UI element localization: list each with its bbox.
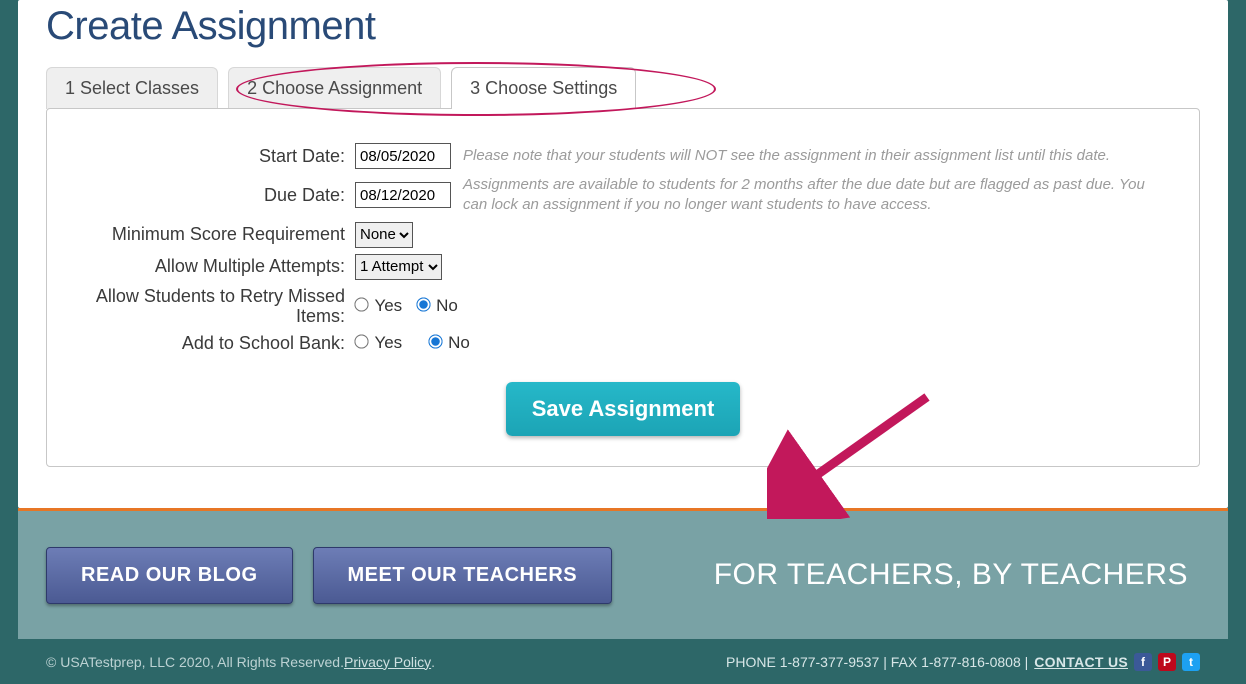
- app-frame: Create Assignment 1 Select Classes 2 Cho…: [0, 0, 1246, 684]
- row-due-date: Due Date: Assignments are available to s…: [65, 175, 1171, 216]
- save-row: Save Assignment: [65, 360, 1181, 436]
- bank-yes-label: Yes: [374, 333, 402, 352]
- retry-yes-label: Yes: [374, 296, 402, 315]
- copyright-suffix: .: [431, 654, 435, 670]
- settings-table: Start Date: Please note that your studen…: [65, 137, 1171, 360]
- row-min-score: Minimum Score Requirement None: [65, 222, 1171, 248]
- twitter-icon[interactable]: t: [1182, 653, 1200, 671]
- footer-strip: READ OUR BLOG MEET OUR TEACHERS FOR TEAC…: [18, 511, 1228, 639]
- meet-teachers-button[interactable]: MEET OUR TEACHERS: [313, 547, 613, 604]
- label-due-date: Due Date:: [65, 175, 355, 216]
- attempts-select[interactable]: 1 Attempt: [355, 254, 442, 280]
- label-attempts: Allow Multiple Attempts:: [65, 254, 355, 280]
- label-min-score: Minimum Score Requirement: [65, 222, 355, 248]
- bank-no-label: No: [448, 333, 470, 352]
- label-retry: Allow Students to Retry Missed Items:: [65, 286, 355, 327]
- tabs-row: 1 Select Classes 2 Choose Assignment 3 C…: [18, 67, 1228, 109]
- row-retry: Allow Students to Retry Missed Items: Ye…: [65, 286, 1171, 327]
- privacy-policy-link[interactable]: Privacy Policy: [344, 654, 431, 670]
- bottom-bar: © USATestprep, LLC 2020, All Rights Rese…: [18, 639, 1228, 684]
- due-date-input[interactable]: [355, 182, 451, 208]
- min-score-select[interactable]: None: [355, 222, 413, 248]
- row-start-date: Start Date: Please note that your studen…: [65, 143, 1171, 169]
- page-title: Create Assignment: [18, 0, 1228, 67]
- row-bank: Add to School Bank: Yes No: [65, 333, 1171, 354]
- bank-yes-radio[interactable]: [354, 335, 368, 349]
- start-date-input[interactable]: [355, 143, 451, 169]
- retry-no-label: No: [436, 296, 458, 315]
- tab-select-classes[interactable]: 1 Select Classes: [46, 67, 218, 109]
- read-blog-button[interactable]: READ OUR BLOG: [46, 547, 293, 604]
- label-start-date: Start Date:: [65, 143, 355, 169]
- label-bank: Add to School Bank:: [65, 333, 355, 354]
- main-card: Create Assignment 1 Select Classes 2 Cho…: [18, 0, 1228, 508]
- tab-choose-assignment[interactable]: 2 Choose Assignment: [228, 67, 441, 109]
- tab-label: 3 Choose Settings: [470, 78, 617, 99]
- settings-panel: Start Date: Please note that your studen…: [46, 108, 1200, 467]
- copyright-text: © USATestprep, LLC 2020, All Rights Rese…: [46, 654, 344, 670]
- retry-yes-radio[interactable]: [354, 298, 368, 312]
- tab-label: 2 Choose Assignment: [247, 78, 422, 99]
- tab-label: 1 Select Classes: [65, 78, 199, 99]
- save-assignment-button[interactable]: Save Assignment: [506, 382, 741, 436]
- phone-fax-text: PHONE 1-877-377-9537 | FAX 1-877-816-080…: [726, 654, 1028, 670]
- hint-due-date: Assignments are available to students fo…: [451, 175, 1171, 216]
- bank-no-radio[interactable]: [428, 335, 442, 349]
- tab-choose-settings[interactable]: 3 Choose Settings: [451, 67, 636, 109]
- row-attempts: Allow Multiple Attempts: 1 Attempt: [65, 254, 1171, 280]
- retry-no-radio[interactable]: [416, 298, 430, 312]
- bottom-right: PHONE 1-877-377-9537 | FAX 1-877-816-080…: [726, 653, 1200, 671]
- footer-tagline: FOR TEACHERS, BY TEACHERS: [714, 558, 1188, 592]
- hint-start-date: Please note that your students will NOT …: [451, 143, 1171, 169]
- facebook-icon[interactable]: f: [1134, 653, 1152, 671]
- contact-us-link[interactable]: CONTACT US: [1034, 654, 1128, 670]
- pinterest-icon[interactable]: P: [1158, 653, 1176, 671]
